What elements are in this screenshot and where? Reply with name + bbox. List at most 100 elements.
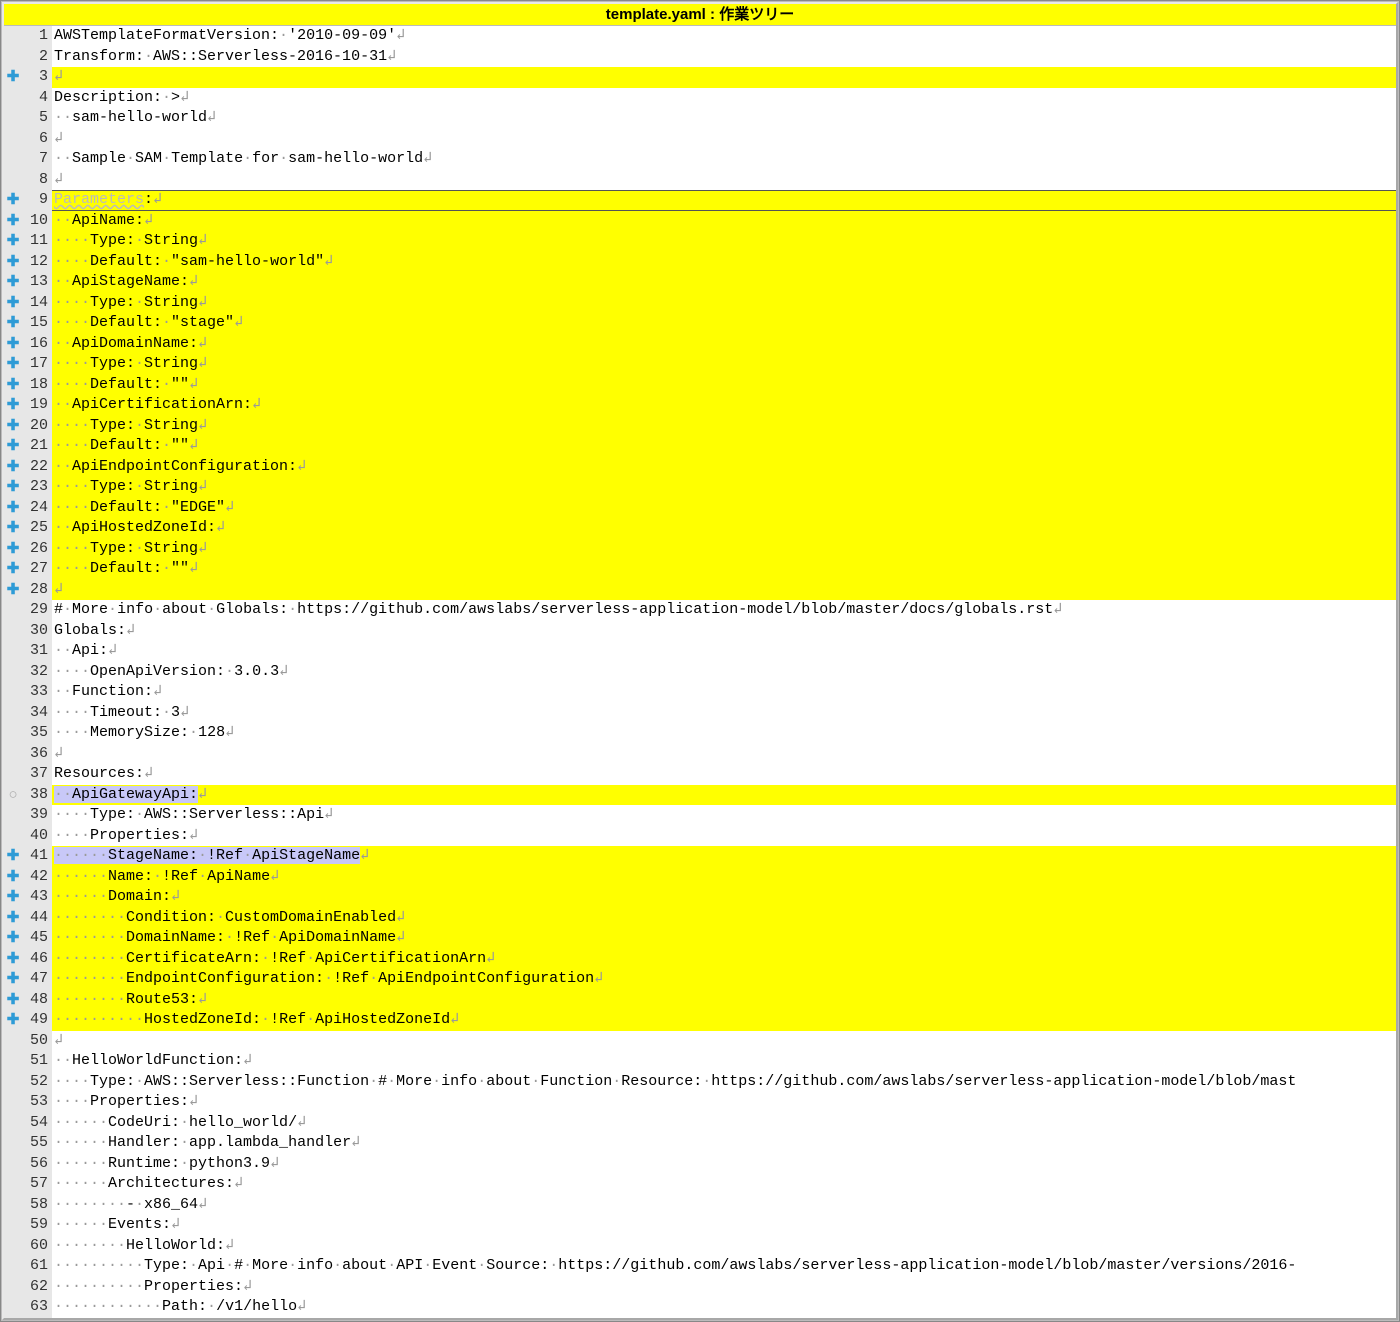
code-content[interactable]: ··sam-hello-world↲ bbox=[52, 108, 1396, 129]
code-content[interactable]: ↲ bbox=[52, 129, 1396, 150]
code-content[interactable]: Resources:↲ bbox=[52, 764, 1396, 785]
code-content[interactable]: ····Type:·String↲ bbox=[52, 293, 1396, 314]
code-line[interactable]: ○38··ApiGatewayApi:↲ bbox=[4, 785, 1396, 806]
code-line[interactable]: 4Description:·>↲ bbox=[4, 88, 1396, 109]
code-line[interactable]: 50↲ bbox=[4, 1031, 1396, 1052]
code-content[interactable]: ↲ bbox=[52, 170, 1396, 191]
code-line[interactable]: 61··········Type:·Api·#·More·info·about·… bbox=[4, 1256, 1396, 1277]
code-content[interactable]: ··ApiDomainName:↲ bbox=[52, 334, 1396, 355]
code-content[interactable]: ······Events:↲ bbox=[52, 1215, 1396, 1236]
code-content[interactable]: ····Default:·"EDGE"↲ bbox=[52, 498, 1396, 519]
code-content[interactable]: ··········Properties:↲ bbox=[52, 1277, 1396, 1298]
code-content[interactable]: ····Default:·""↲ bbox=[52, 375, 1396, 396]
code-content[interactable]: ····Type:·AWS::Serverless::Api↲ bbox=[52, 805, 1396, 826]
code-line[interactable]: 40····Properties:↲ bbox=[4, 826, 1396, 847]
code-line[interactable]: ✚27····Default:·""↲ bbox=[4, 559, 1396, 580]
code-content[interactable]: ····Type:·String↲ bbox=[52, 231, 1396, 252]
code-line[interactable]: 62··········Properties:↲ bbox=[4, 1277, 1396, 1298]
code-line[interactable]: 52····Type:·AWS::Serverless::Function·#·… bbox=[4, 1072, 1396, 1093]
code-content[interactable]: ········DomainName:·!Ref·ApiDomainName↲ bbox=[52, 928, 1396, 949]
code-content[interactable]: ↲ bbox=[52, 744, 1396, 765]
code-line[interactable]: 54······CodeUri:·hello_world/↲ bbox=[4, 1113, 1396, 1134]
code-content[interactable]: ····Properties:↲ bbox=[52, 826, 1396, 847]
code-content[interactable]: ············Path:·/v1/hello↲ bbox=[52, 1297, 1396, 1318]
code-line[interactable]: ✚9Parameters:↲ bbox=[4, 190, 1396, 211]
code-line[interactable]: 6↲ bbox=[4, 129, 1396, 150]
code-line[interactable]: ✚42······Name:·!Ref·ApiName↲ bbox=[4, 867, 1396, 888]
code-content[interactable]: ······Runtime:·python3.9↲ bbox=[52, 1154, 1396, 1175]
code-content[interactable]: ····Type:·String↲ bbox=[52, 539, 1396, 560]
code-content[interactable]: ····Type:·String↲ bbox=[52, 416, 1396, 437]
code-content[interactable]: ········HelloWorld:↲ bbox=[52, 1236, 1396, 1257]
code-line[interactable]: 34····Timeout:·3↲ bbox=[4, 703, 1396, 724]
code-line[interactable]: ✚20····Type:·String↲ bbox=[4, 416, 1396, 437]
code-content[interactable]: ····Default:·"stage"↲ bbox=[52, 313, 1396, 334]
code-content[interactable]: ········EndpointConfiguration:·!Ref·ApiE… bbox=[52, 969, 1396, 990]
code-line[interactable]: 57······Architectures:↲ bbox=[4, 1174, 1396, 1195]
code-line[interactable]: 56······Runtime:·python3.9↲ bbox=[4, 1154, 1396, 1175]
code-content[interactable]: ····Default:·""↲ bbox=[52, 436, 1396, 457]
code-line[interactable]: ✚22··ApiEndpointConfiguration:↲ bbox=[4, 457, 1396, 478]
code-content[interactable]: ········Route53:↲ bbox=[52, 990, 1396, 1011]
code-line[interactable]: 32····OpenApiVersion:·3.0.3↲ bbox=[4, 662, 1396, 683]
code-line[interactable]: 35····MemorySize:·128↲ bbox=[4, 723, 1396, 744]
code-line[interactable]: 63············Path:·/v1/hello↲ bbox=[4, 1297, 1396, 1318]
code-content[interactable]: ··Sample·SAM·Template·for·sam-hello-worl… bbox=[52, 149, 1396, 170]
code-content[interactable]: ····Default:·"sam-hello-world"↲ bbox=[52, 252, 1396, 273]
code-content[interactable]: ······Handler:·app.lambda_handler↲ bbox=[52, 1133, 1396, 1154]
code-line[interactable]: 1AWSTemplateFormatVersion:·'2010-09-09'↲ bbox=[4, 26, 1396, 47]
code-content[interactable]: Transform:·AWS::Serverless-2016-10-31↲ bbox=[52, 47, 1396, 68]
code-content[interactable]: #·More·info·about·Globals:·https://githu… bbox=[52, 600, 1396, 621]
code-content[interactable]: ········-·x86_64↲ bbox=[52, 1195, 1396, 1216]
code-line[interactable]: ✚43······Domain:↲ bbox=[4, 887, 1396, 908]
code-line[interactable]: ✚3↲ bbox=[4, 67, 1396, 88]
code-line[interactable]: ✚47········EndpointConfiguration:·!Ref·A… bbox=[4, 969, 1396, 990]
code-line[interactable]: 8↲ bbox=[4, 170, 1396, 191]
code-content[interactable]: ··ApiStageName:↲ bbox=[52, 272, 1396, 293]
code-content[interactable]: AWSTemplateFormatVersion:·'2010-09-09'↲ bbox=[52, 26, 1396, 47]
code-content[interactable]: Description:·>↲ bbox=[52, 88, 1396, 109]
code-content[interactable]: ··Function:↲ bbox=[52, 682, 1396, 703]
code-line[interactable]: ✚49··········HostedZoneId:·!Ref·ApiHoste… bbox=[4, 1010, 1396, 1031]
code-content[interactable]: ····Type:·AWS::Serverless::Function·#·Mo… bbox=[52, 1072, 1396, 1093]
code-line[interactable]: 30Globals:↲ bbox=[4, 621, 1396, 642]
code-line[interactable]: ✚16··ApiDomainName:↲ bbox=[4, 334, 1396, 355]
code-content[interactable]: ··ApiName:↲ bbox=[52, 211, 1396, 232]
code-line[interactable]: 53····Properties:↲ bbox=[4, 1092, 1396, 1113]
code-line[interactable]: ✚45········DomainName:·!Ref·ApiDomainNam… bbox=[4, 928, 1396, 949]
code-content[interactable]: ··ApiCertificationArn:↲ bbox=[52, 395, 1396, 416]
code-line[interactable]: 59······Events:↲ bbox=[4, 1215, 1396, 1236]
code-line[interactable]: ✚23····Type:·String↲ bbox=[4, 477, 1396, 498]
code-content[interactable]: ↲ bbox=[52, 1031, 1396, 1052]
code-content[interactable]: ··HelloWorldFunction:↲ bbox=[52, 1051, 1396, 1072]
code-content[interactable]: ····Properties:↲ bbox=[52, 1092, 1396, 1113]
code-content[interactable]: ··ApiEndpointConfiguration:↲ bbox=[52, 457, 1396, 478]
code-editor[interactable]: 1AWSTemplateFormatVersion:·'2010-09-09'↲… bbox=[4, 26, 1396, 1318]
code-line[interactable]: ✚25··ApiHostedZoneId:↲ bbox=[4, 518, 1396, 539]
code-line[interactable]: 29#·More·info·about·Globals:·https://git… bbox=[4, 600, 1396, 621]
code-line[interactable]: ✚24····Default:·"EDGE"↲ bbox=[4, 498, 1396, 519]
code-line[interactable]: ✚18····Default:·""↲ bbox=[4, 375, 1396, 396]
code-line[interactable]: ✚10··ApiName:↲ bbox=[4, 211, 1396, 232]
code-line[interactable]: 51··HelloWorldFunction:↲ bbox=[4, 1051, 1396, 1072]
code-content[interactable]: ····Default:·""↲ bbox=[52, 559, 1396, 580]
code-line[interactable]: 58········-·x86_64↲ bbox=[4, 1195, 1396, 1216]
code-content[interactable]: ····Type:·String↲ bbox=[52, 477, 1396, 498]
code-line[interactable]: 2Transform:·AWS::Serverless-2016-10-31↲ bbox=[4, 47, 1396, 68]
code-content[interactable]: ··ApiGatewayApi:↲ bbox=[52, 785, 1396, 806]
code-line[interactable]: ✚26····Type:·String↲ bbox=[4, 539, 1396, 560]
code-line[interactable]: ✚14····Type:·String↲ bbox=[4, 293, 1396, 314]
code-content[interactable]: Globals:↲ bbox=[52, 621, 1396, 642]
code-content[interactable]: ··········Type:·Api·#·More·info·about·AP… bbox=[52, 1256, 1396, 1277]
code-content[interactable]: ········CertificateArn:·!Ref·ApiCertific… bbox=[52, 949, 1396, 970]
code-content[interactable]: ↲ bbox=[52, 580, 1396, 601]
code-line[interactable]: ✚44········Condition:·CustomDomainEnable… bbox=[4, 908, 1396, 929]
code-line[interactable]: ✚15····Default:·"stage"↲ bbox=[4, 313, 1396, 334]
code-content[interactable]: ··Api:↲ bbox=[52, 641, 1396, 662]
code-line[interactable]: 31··Api:↲ bbox=[4, 641, 1396, 662]
code-line[interactable]: 37Resources:↲ bbox=[4, 764, 1396, 785]
code-content[interactable]: ······CodeUri:·hello_world/↲ bbox=[52, 1113, 1396, 1134]
code-content[interactable]: ····OpenApiVersion:·3.0.3↲ bbox=[52, 662, 1396, 683]
code-line[interactable]: 33··Function:↲ bbox=[4, 682, 1396, 703]
code-line[interactable]: ✚11····Type:·String↲ bbox=[4, 231, 1396, 252]
